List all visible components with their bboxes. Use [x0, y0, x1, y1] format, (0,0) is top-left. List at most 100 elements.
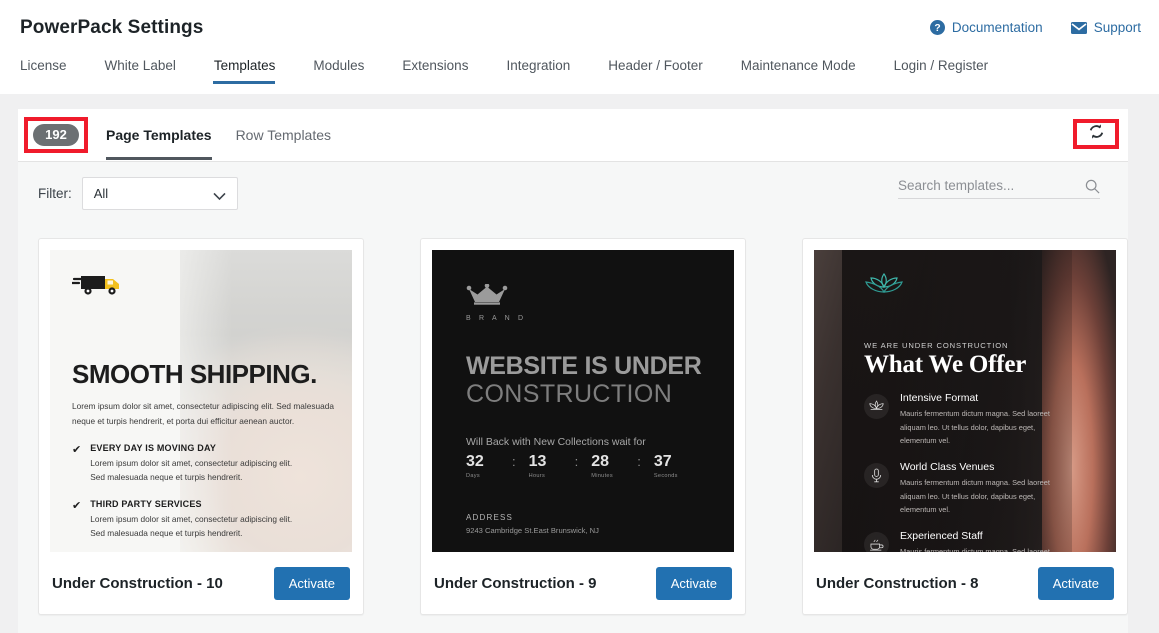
- tab-license[interactable]: License: [20, 58, 86, 84]
- offer-title: Experienced Staff: [900, 530, 983, 543]
- lotus-icon: [864, 272, 904, 302]
- countdown-label: Minutes: [591, 473, 613, 479]
- crown-icon: [466, 283, 508, 310]
- preview-feature-title: THIRD PARTY SERVICES: [90, 499, 202, 510]
- countdown-label: Seconds: [653, 473, 678, 479]
- sync-templates-button[interactable]: [1073, 119, 1119, 149]
- template-card-title: Under Construction - 8: [816, 574, 979, 592]
- template-card-title: Under Construction - 10: [52, 574, 223, 592]
- template-card[interactable]: SMOOTH SHIPPING. Lorem ipsum dolor sit a…: [38, 238, 364, 615]
- preview-brandmark: B R A N D: [466, 283, 716, 322]
- countdown-label: Days: [466, 473, 480, 479]
- countdown-unit-hours: 13 Hours: [529, 453, 575, 479]
- check-icon: ✔: [72, 444, 82, 457]
- template-card[interactable]: WE ARE UNDER CONSTRUCTION What We Offer …: [802, 238, 1128, 615]
- preview-offer-item: World Class Venues Mauris fermentum dict…: [864, 461, 1102, 517]
- microphone-icon: [864, 463, 889, 489]
- support-link-label: Support: [1093, 20, 1141, 35]
- countdown-unit-seconds: 37 Seconds: [654, 453, 700, 479]
- template-preview-website-under-construction: B R A N D WEBSITE IS UNDER CONSTRUCTION …: [432, 250, 734, 552]
- preview-feature-text: Lorem ipsum dolor sit amet, consectetur …: [90, 458, 293, 483]
- template-subtab-bar: 192 Page Templates Row Templates: [18, 109, 1128, 162]
- templates-toolbar: Filter: All: [18, 162, 1128, 224]
- offer-title: Intensive Format: [900, 392, 979, 404]
- documentation-link[interactable]: ? Documentation: [929, 20, 1043, 35]
- check-icon: ✔: [72, 500, 82, 513]
- chevron-down-icon: [213, 189, 226, 204]
- countdown-value: 28: [591, 453, 610, 470]
- template-card[interactable]: B R A N D WEBSITE IS UNDER CONSTRUCTION …: [420, 238, 746, 615]
- countdown-separator: :: [637, 454, 641, 469]
- svg-text:?: ?: [934, 23, 940, 34]
- template-preview-smooth-shipping: SMOOTH SHIPPING. Lorem ipsum dolor sit a…: [50, 250, 352, 552]
- activate-button[interactable]: Activate: [655, 566, 732, 600]
- preview-countdown: 32 Days : 13 Hours : 28 Minutes: 37 Sec…: [466, 453, 716, 479]
- subtab-page-templates[interactable]: Page Templates: [106, 127, 212, 160]
- search-icon[interactable]: [1085, 179, 1100, 199]
- tab-login-register[interactable]: Login / Register: [894, 58, 1008, 84]
- template-card-title: Under Construction - 9: [434, 574, 597, 592]
- templates-panel: 192 Page Templates Row Templates Filter:…: [18, 109, 1128, 633]
- countdown-value: 32: [466, 453, 484, 470]
- preview-kicker: WE ARE UNDER CONSTRUCTION: [864, 341, 1009, 350]
- preview-offer-item: Intensive Format Mauris fermentum dictum…: [864, 392, 1102, 448]
- preview-feature: ✔ THIRD PARTY SERVICES Lorem ipsum dolor…: [72, 499, 342, 540]
- subtab-row-templates[interactable]: Row Templates: [236, 127, 331, 160]
- offer-title: World Class Venues: [900, 461, 995, 474]
- template-card-footer: Under Construction - 8 Activate: [814, 552, 1116, 614]
- search-group: [898, 178, 1100, 199]
- lotus-outline-icon: [864, 394, 889, 419]
- tab-integration[interactable]: Integration: [506, 58, 589, 84]
- countdown-separator: :: [512, 454, 516, 469]
- filter-select[interactable]: All: [81, 177, 238, 210]
- preview-heading: What We Offer: [864, 351, 1027, 378]
- offer-text: Mauris fermentum dictum magna. Sed laore…: [900, 478, 1050, 515]
- search-input[interactable]: [898, 178, 1070, 193]
- template-count-highlight: 192: [24, 117, 88, 153]
- support-link[interactable]: Support: [1070, 20, 1141, 35]
- preview-address-heading: ADDRESS: [466, 513, 514, 522]
- preview-feature: ✔ EVERY DAY IS MOVING DAY Lorem ipsum do…: [72, 443, 342, 484]
- preview-heading-line1: WEBSITE IS UNDER: [466, 352, 702, 380]
- filter-group: Filter: All: [38, 177, 238, 210]
- documentation-link-label: Documentation: [951, 20, 1043, 35]
- activate-button[interactable]: Activate: [273, 566, 350, 600]
- filter-select-value: All: [93, 186, 109, 201]
- tab-header-footer[interactable]: Header / Footer: [608, 58, 722, 84]
- tab-extensions[interactable]: Extensions: [402, 58, 487, 84]
- template-preview-what-we-offer: WE ARE UNDER CONSTRUCTION What We Offer …: [814, 250, 1116, 552]
- countdown-value: 13: [528, 453, 547, 470]
- page-title: PowerPack Settings: [20, 17, 204, 38]
- template-count-badge: 192: [33, 124, 79, 146]
- template-card-footer: Under Construction - 9 Activate: [432, 552, 734, 614]
- refresh-sync-icon: [1088, 123, 1105, 145]
- preview-address-text: 9243 Cambridge St.East Brunswick, NJ: [466, 526, 599, 535]
- help-circle-icon: ?: [929, 20, 945, 35]
- preview-lead-text: Lorem ipsum dolor sit amet, consectetur …: [72, 401, 334, 426]
- preview-heading: SMOOTH SHIPPING.: [72, 359, 317, 389]
- countdown-unit-days: 32 Days: [466, 453, 512, 479]
- countdown-unit-minutes: 28 Minutes: [591, 453, 637, 479]
- preview-wait-text: Will Back with New Collections wait for: [466, 436, 646, 448]
- preview-offer-item: Experienced Staff Mauris fermentum dictu…: [864, 530, 1102, 552]
- envelope-icon: [1070, 21, 1087, 34]
- countdown-separator: :: [574, 454, 579, 469]
- tea-service-icon: [864, 532, 889, 552]
- app-header: PowerPack Settings ? Documentation Suppo…: [0, 0, 1159, 94]
- filter-label: Filter:: [38, 186, 72, 201]
- tab-white-label[interactable]: White Label: [105, 58, 195, 84]
- template-card-grid: SMOOTH SHIPPING. Lorem ipsum dolor sit a…: [38, 238, 1128, 615]
- offer-text: Mauris fermentum dictum magna. Sed laore…: [900, 547, 1050, 552]
- delivery-truck-icon: [70, 276, 124, 302]
- template-subtabs: Page Templates Row Templates: [106, 109, 355, 162]
- offer-text: Mauris fermentum dictum magna. Sed laore…: [900, 409, 1050, 446]
- tab-modules[interactable]: Modules: [313, 58, 383, 84]
- activate-button[interactable]: Activate: [1037, 566, 1114, 600]
- tab-maintenance-mode[interactable]: Maintenance Mode: [741, 58, 875, 84]
- preview-heading-line2: CONSTRUCTION: [466, 380, 673, 408]
- template-card-footer: Under Construction - 10 Activate: [50, 552, 352, 614]
- countdown-label: Hours: [528, 473, 546, 479]
- countdown-value: 37: [653, 453, 672, 470]
- header-links: ? Documentation Support: [929, 20, 1141, 35]
- tab-templates[interactable]: Templates: [212, 58, 295, 84]
